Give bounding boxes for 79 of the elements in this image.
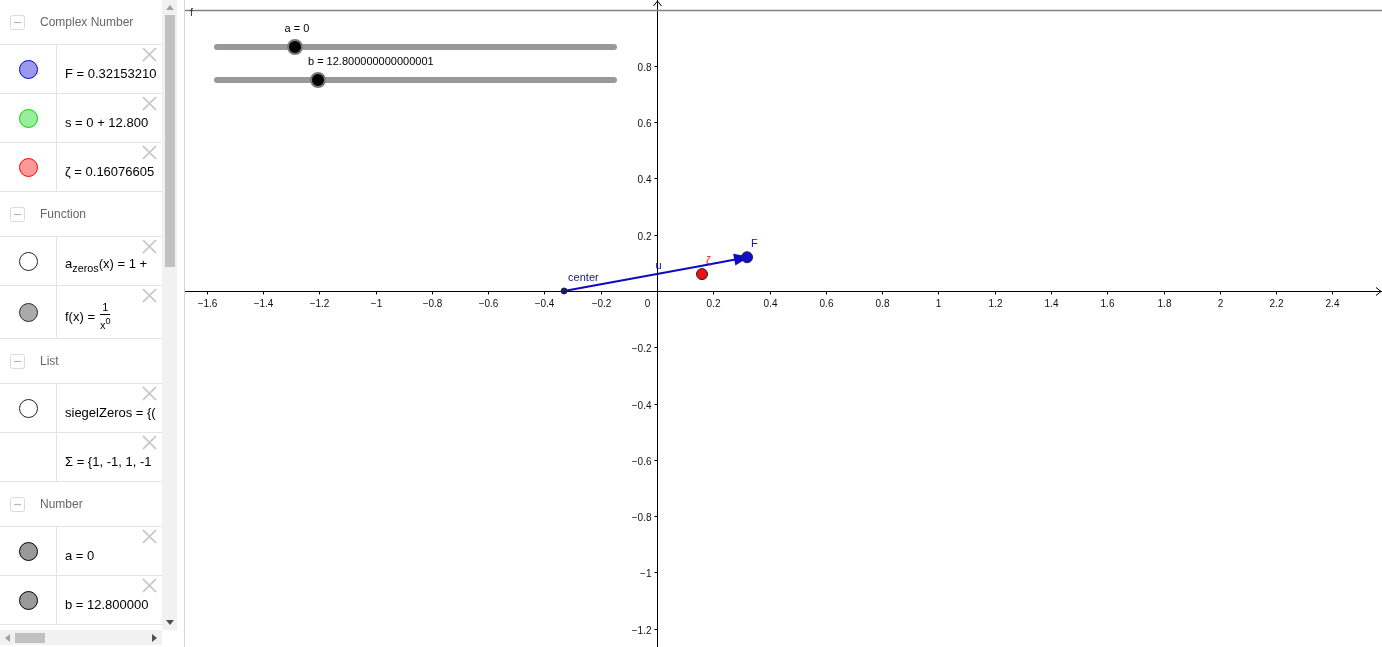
function-label: f (190, 5, 194, 18)
point-label: center (568, 271, 599, 283)
group-title: List (40, 354, 59, 368)
tick-label: 1.6 (1100, 297, 1115, 309)
tick-label: −1 (640, 567, 652, 579)
tick-label: −0.6 (478, 297, 499, 309)
close-icon[interactable] (142, 96, 157, 111)
horizontal-scrollbar[interactable] (0, 630, 162, 645)
close-icon[interactable] (142, 386, 157, 401)
group-title: Number (40, 497, 83, 511)
scrollbar-thumb[interactable] (15, 632, 45, 643)
circle-icon[interactable] (18, 251, 38, 271)
left-arrow-icon[interactable] (5, 633, 10, 642)
slider-thumb[interactable] (309, 72, 326, 88)
tick-label: 0.4 (763, 297, 778, 309)
point-label: F (751, 237, 758, 250)
algebra-entry[interactable]: a$_{zeros}$(x) = 1 + (65, 256, 148, 274)
circle-icon[interactable] (18, 541, 38, 561)
circle-icon[interactable] (18, 398, 38, 418)
circle-icon[interactable] (18, 590, 38, 610)
group-title: Function (40, 207, 87, 221)
collapse-icon[interactable] (10, 353, 25, 369)
algebra-entry[interactable]: Σ = {1, -1, 1, -1 (65, 453, 152, 469)
slider-label: b = 12.800000000000001 (307, 55, 434, 67)
tick-label: 0.8 (875, 297, 890, 309)
tick-label: −0.8 (631, 511, 652, 523)
tick-label: −0.2 (631, 342, 652, 354)
tick-label: 0.8 (637, 61, 652, 73)
close-icon[interactable] (142, 435, 157, 450)
point-label: ζ (706, 254, 711, 267)
close-icon[interactable] (142, 145, 157, 160)
algebra-entry[interactable]: siegelZeros = {( (65, 404, 156, 420)
tick-label: −1.6 (197, 297, 218, 309)
tick-label: −1.4 (253, 297, 274, 309)
close-icon[interactable] (142, 529, 157, 544)
tick-label: 1.2 (988, 297, 1003, 309)
algebra-entry[interactable]: s = 0 + 12.800 (65, 114, 149, 130)
tick-label: −0.4 (631, 399, 652, 411)
tick-label: 2.4 (1325, 297, 1340, 309)
tick-label: −0.2 (591, 297, 612, 309)
circle-icon[interactable] (18, 302, 38, 322)
close-icon[interactable] (142, 47, 157, 62)
tick-label: −0.6 (631, 455, 652, 467)
tick-label: −1.2 (631, 624, 652, 636)
tick-label: −0.8 (422, 297, 443, 309)
tick-label: 0.6 (819, 297, 834, 309)
up-arrow-icon[interactable] (165, 5, 174, 10)
tick-label: −0.4 (534, 297, 555, 309)
origin-label: 0 (644, 297, 651, 309)
algebra-entry[interactable]: b = 12.800000 (65, 596, 149, 612)
collapse-icon[interactable] (10, 206, 25, 222)
vector-label: u (655, 259, 662, 272)
algebra-entry[interactable]: ζ = 0.16076605 (65, 163, 155, 179)
algebra-entry[interactable]: a = 0 (65, 547, 95, 563)
tick-label: 0.2 (706, 297, 721, 309)
right-arrow-icon[interactable] (152, 633, 157, 642)
tick-label: 1.8 (1157, 297, 1172, 309)
tick-label: 1 (935, 297, 942, 309)
tick-label: 0.6 (637, 117, 652, 129)
scrollbar-thumb[interactable] (164, 15, 175, 267)
close-icon[interactable] (142, 288, 157, 303)
close-icon[interactable] (142, 578, 157, 593)
tick-label: −1 (370, 297, 383, 309)
down-arrow-icon[interactable] (165, 620, 174, 625)
close-icon[interactable] (142, 239, 157, 254)
collapse-icon[interactable] (10, 14, 25, 30)
collapse-icon[interactable] (10, 496, 25, 512)
circle-icon[interactable] (18, 59, 38, 79)
tick-label: 0.2 (637, 230, 652, 242)
algebra-entry[interactable]: F = 0.32153210 (65, 65, 157, 81)
vertical-scrollbar[interactable] (162, 0, 177, 630)
tick-label: 0.4 (637, 173, 652, 185)
slider-thumb[interactable] (286, 39, 303, 55)
tick-label: 2 (1217, 297, 1224, 309)
slider-label: a = 0 (284, 22, 310, 34)
tick-label: −1.2 (309, 297, 330, 309)
group-title: Complex Number (40, 15, 134, 29)
tick-label: 1.4 (1044, 297, 1059, 309)
tick-label: 2.2 (1269, 297, 1284, 309)
